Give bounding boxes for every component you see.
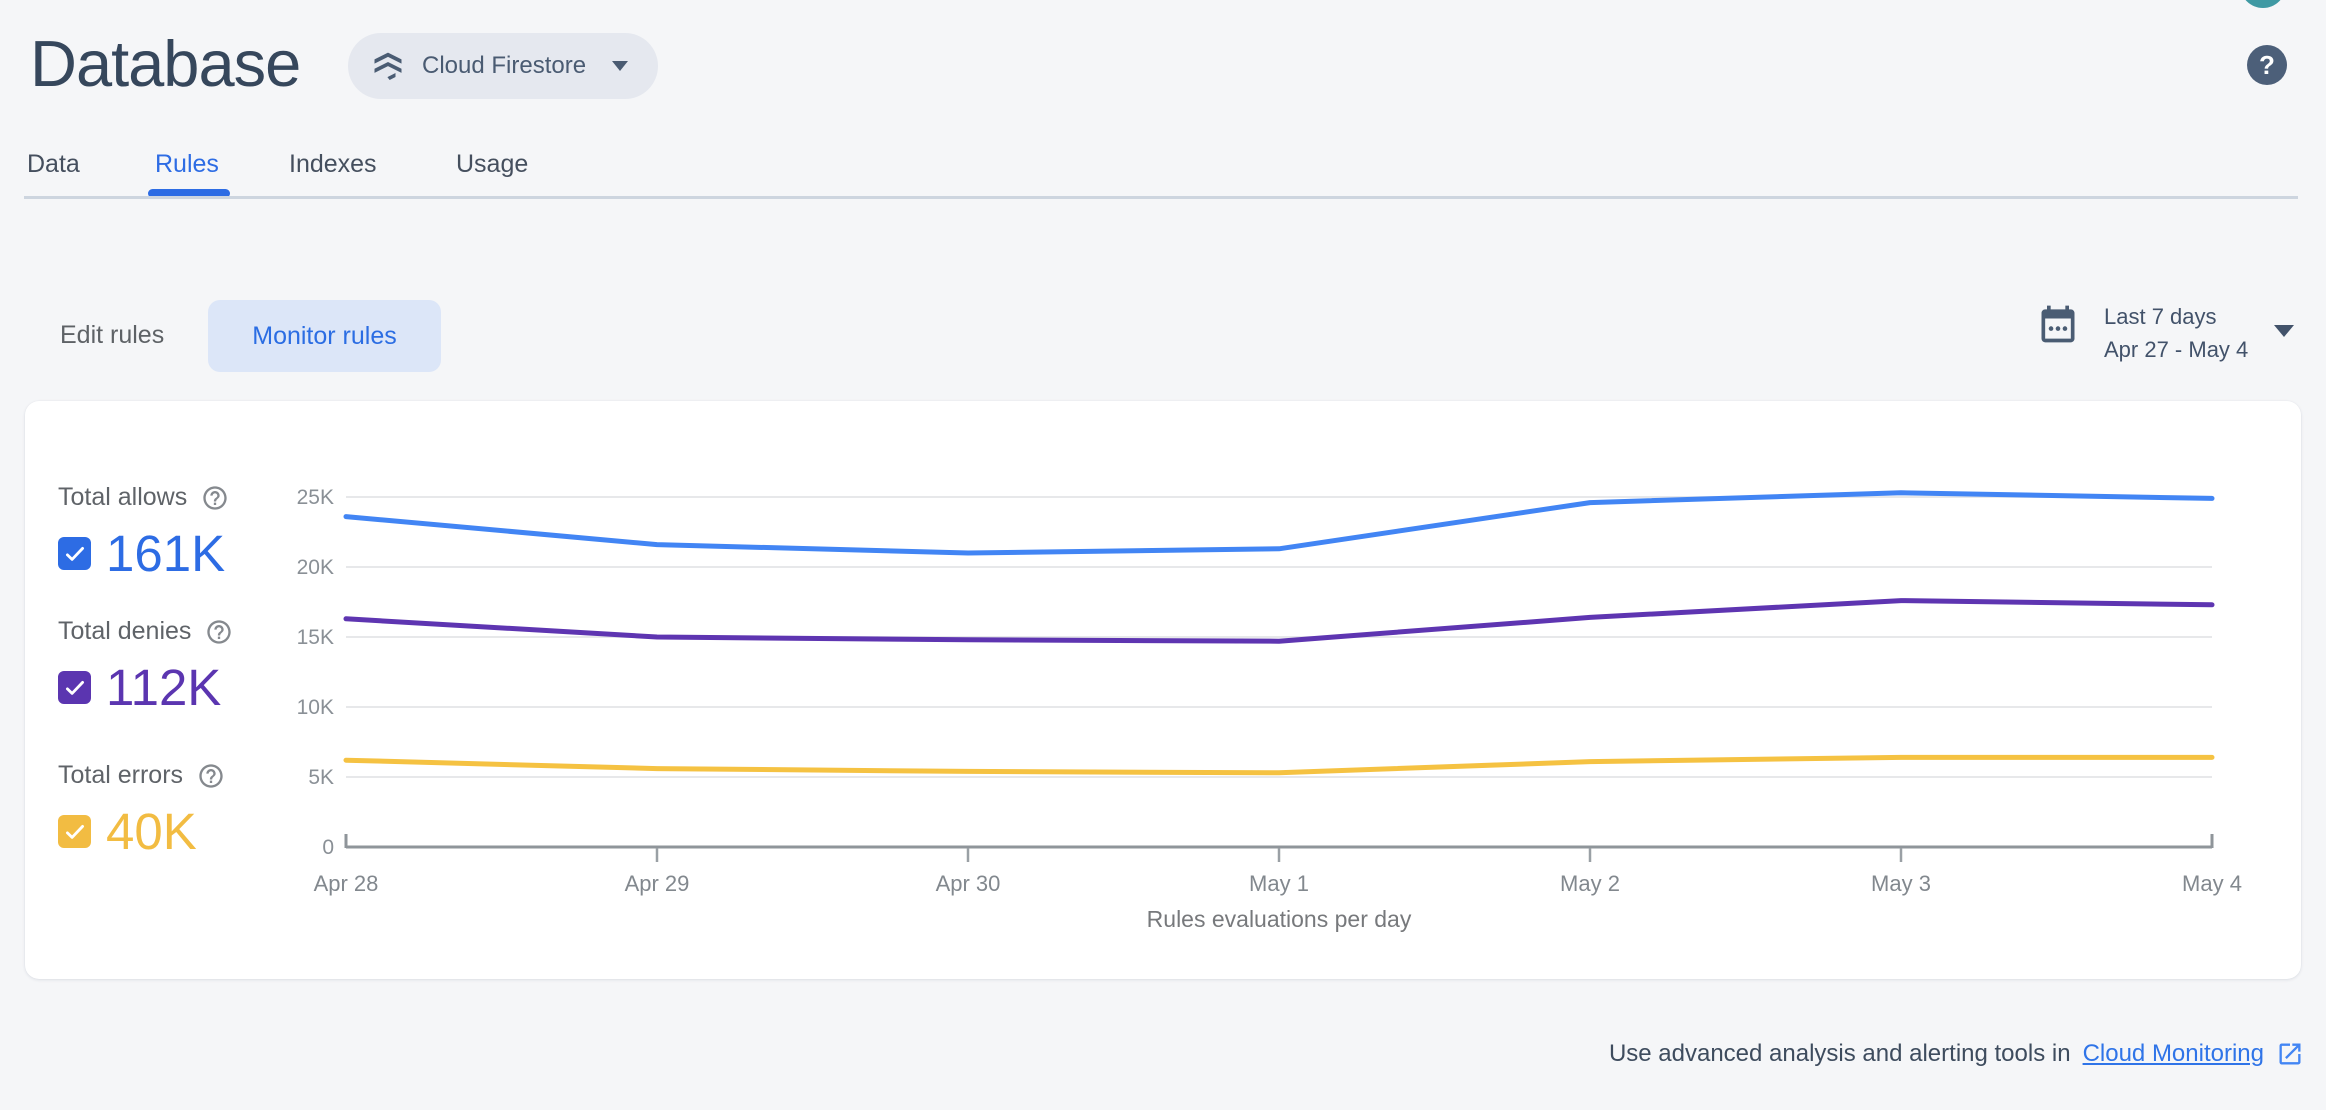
tab-data[interactable]: Data <box>27 150 80 179</box>
x-axis-label: Apr 28 <box>314 871 379 896</box>
user-avatar[interactable] <box>2240 0 2286 8</box>
tab-indexes[interactable]: Indexes <box>289 150 377 179</box>
y-axis-label: 15K <box>297 626 334 649</box>
open-in-new-icon[interactable] <box>2276 1040 2304 1068</box>
product-selector[interactable]: Cloud Firestore <box>348 33 659 99</box>
cloud-monitoring-link[interactable]: Cloud Monitoring <box>2083 1040 2264 1068</box>
monitor-rules-label: Monitor rules <box>252 321 397 350</box>
y-axis-label: 20K <box>297 556 334 579</box>
x-axis-label: May 3 <box>1871 871 1931 896</box>
date-range-preset: Last 7 days <box>2104 304 2217 329</box>
y-axis-label: 0 <box>322 836 334 859</box>
product-selector-label: Cloud Firestore <box>422 52 587 79</box>
monitor-rules-button[interactable]: Monitor rules <box>208 300 441 372</box>
footer-text: Use advanced analysis and alerting tools… <box>1608 1040 2071 1067</box>
date-range-dates: Apr 27 - May 4 <box>2104 337 2249 362</box>
tabs-divider <box>24 196 2298 199</box>
chart-subtitle: Rules evaluations per day <box>1146 906 1412 932</box>
footer-note: Use advanced analysis and alerting tools… <box>1609 1040 2304 1068</box>
x-axis-label: May 1 <box>1249 871 1309 896</box>
calendar-icon <box>2036 302 2080 346</box>
series-line-total-errors <box>343 754 2215 776</box>
edit-rules-button[interactable]: Edit rules <box>60 321 164 350</box>
x-axis-label: Apr 30 <box>936 871 1001 896</box>
rules-evaluations-chart: 0 5K 10K 15K 20K 25K Apr 28 Apr 29 Apr 30 May 1 Ma… <box>297 486 2242 896</box>
date-range-selector[interactable]: Last 7 days Apr 27 - May 4 <box>2036 300 2296 366</box>
tab-usage[interactable]: Usage <box>456 150 528 179</box>
chevron-down-icon <box>610 60 630 72</box>
y-axis-label: 25K <box>297 486 334 509</box>
y-axis-label: 10K <box>297 696 334 719</box>
y-axis-label: 5K <box>308 766 334 789</box>
series-line-total-denies <box>343 598 2215 644</box>
tab-rules[interactable]: Rules <box>155 150 219 179</box>
help-icon[interactable]: ? <box>2247 45 2287 85</box>
x-axis-label: May 2 <box>1560 871 1620 896</box>
chevron-down-icon <box>2272 324 2296 338</box>
x-axis-label: Apr 29 <box>625 871 690 896</box>
page-title: Database <box>30 27 301 100</box>
x-axis-label: May 4 <box>2182 871 2242 896</box>
firestore-icon <box>370 48 406 84</box>
series-line-total-allows <box>343 490 2215 556</box>
